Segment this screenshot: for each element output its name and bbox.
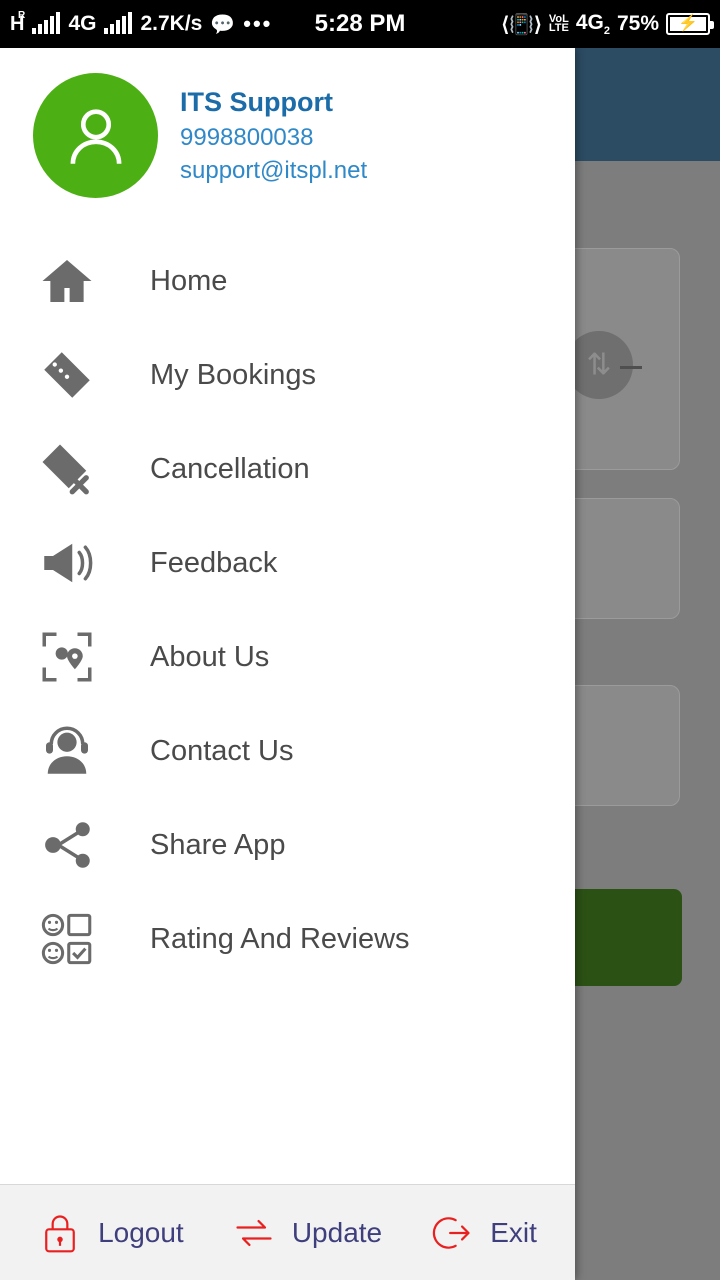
menu-item-about-us[interactable]: About Us (0, 610, 575, 704)
drawer-bottom-bar: Logout Update Exit (0, 1184, 575, 1280)
volte-icon: VoL LTE (548, 12, 569, 34)
menu-label-home: Home (150, 264, 228, 297)
sim2-network-icon: 4G2 (575, 10, 610, 38)
drawer-profile-header[interactable]: ITS Support 9998800038 support@itspl.net (0, 48, 575, 208)
signal-bars-sim1-icon (32, 12, 61, 34)
user-avatar-icon (70, 108, 121, 164)
background-divider (620, 366, 642, 369)
vibrate-icon: ⟨📳⟩ (501, 13, 542, 36)
exit-label: Exit (490, 1216, 537, 1248)
location-scan-icon (36, 626, 98, 688)
menu-label-cancellation: Cancellation (150, 452, 310, 485)
menu-item-home[interactable]: Home (0, 234, 575, 328)
chat-bubble-icon: 💬 (210, 13, 236, 36)
charging-bolt-icon: ⚡ (678, 15, 698, 32)
ticket-icon (36, 344, 98, 406)
data-rate-label: 2.7K/s (140, 12, 203, 35)
profile-name: ITS Support (180, 87, 333, 118)
menu-item-rating-and-reviews[interactable]: Rating And Reviews (0, 892, 575, 986)
menu-item-feedback[interactable]: Feedback (0, 516, 575, 610)
logout-label: Logout (98, 1216, 184, 1248)
menu-label-feedback: Feedback (150, 546, 278, 579)
update-button[interactable]: Update (232, 1211, 382, 1255)
network-letter-icon: HR (10, 9, 26, 35)
menu-item-contact-us[interactable]: Contact Us (0, 704, 575, 798)
update-label: Update (291, 1216, 383, 1248)
menu-item-my-bookings[interactable]: My Bookings (0, 328, 575, 422)
home-icon (36, 250, 98, 312)
share-nodes-icon (36, 814, 98, 876)
menu-item-share-app[interactable]: Share App (0, 798, 575, 892)
rating-reviews-icon (36, 908, 98, 970)
lock-icon (45, 1214, 75, 1252)
exit-button[interactable]: Exit (430, 1211, 537, 1255)
exit-arrow-icon (433, 1216, 470, 1249)
logout-button[interactable]: Logout (38, 1211, 184, 1255)
status-bar: HR 4G 2.7K/s 💬 ••• 5:28 PM ⟨📳⟩ VoL LTE 4G… (0, 0, 720, 48)
ticket-cancel-icon (36, 438, 98, 500)
ellipsis-icon: ••• (243, 11, 273, 36)
drawer-menu: Home My Bookings Cancellation Feedback A… (0, 234, 575, 1184)
background-swap-icon: ⇅ (565, 331, 633, 399)
menu-item-cancellation[interactable]: Cancellation (0, 422, 575, 516)
profile-phone[interactable]: 9998800038 (180, 121, 367, 154)
battery-percent-label: 75% (616, 12, 659, 35)
menu-label-my-bookings: My Bookings (150, 358, 317, 391)
screen: ⇅ HR 4G 2.7K/s 💬 ••• 5:28 PM ⟨📳⟩ VoL LTE … (0, 0, 720, 1280)
refresh-arrows-icon (236, 1219, 272, 1246)
navigation-drawer: ITS Support 9998800038 support@itspl.net… (0, 48, 575, 1280)
megaphone-icon (36, 532, 98, 594)
profile-email[interactable]: support@itspl.net (180, 154, 367, 187)
battery-icon: ⚡ (666, 13, 714, 35)
signal-bars-sim2-icon (104, 12, 133, 34)
menu-label-rating-and-reviews: Rating And Reviews (150, 922, 410, 955)
network-type-label: 4G (68, 12, 97, 35)
headset-support-icon (36, 720, 98, 782)
menu-label-contact-us: Contact Us (150, 734, 294, 767)
menu-label-about-us: About Us (150, 640, 270, 673)
avatar (33, 73, 158, 198)
menu-label-share-app: Share App (150, 828, 286, 861)
